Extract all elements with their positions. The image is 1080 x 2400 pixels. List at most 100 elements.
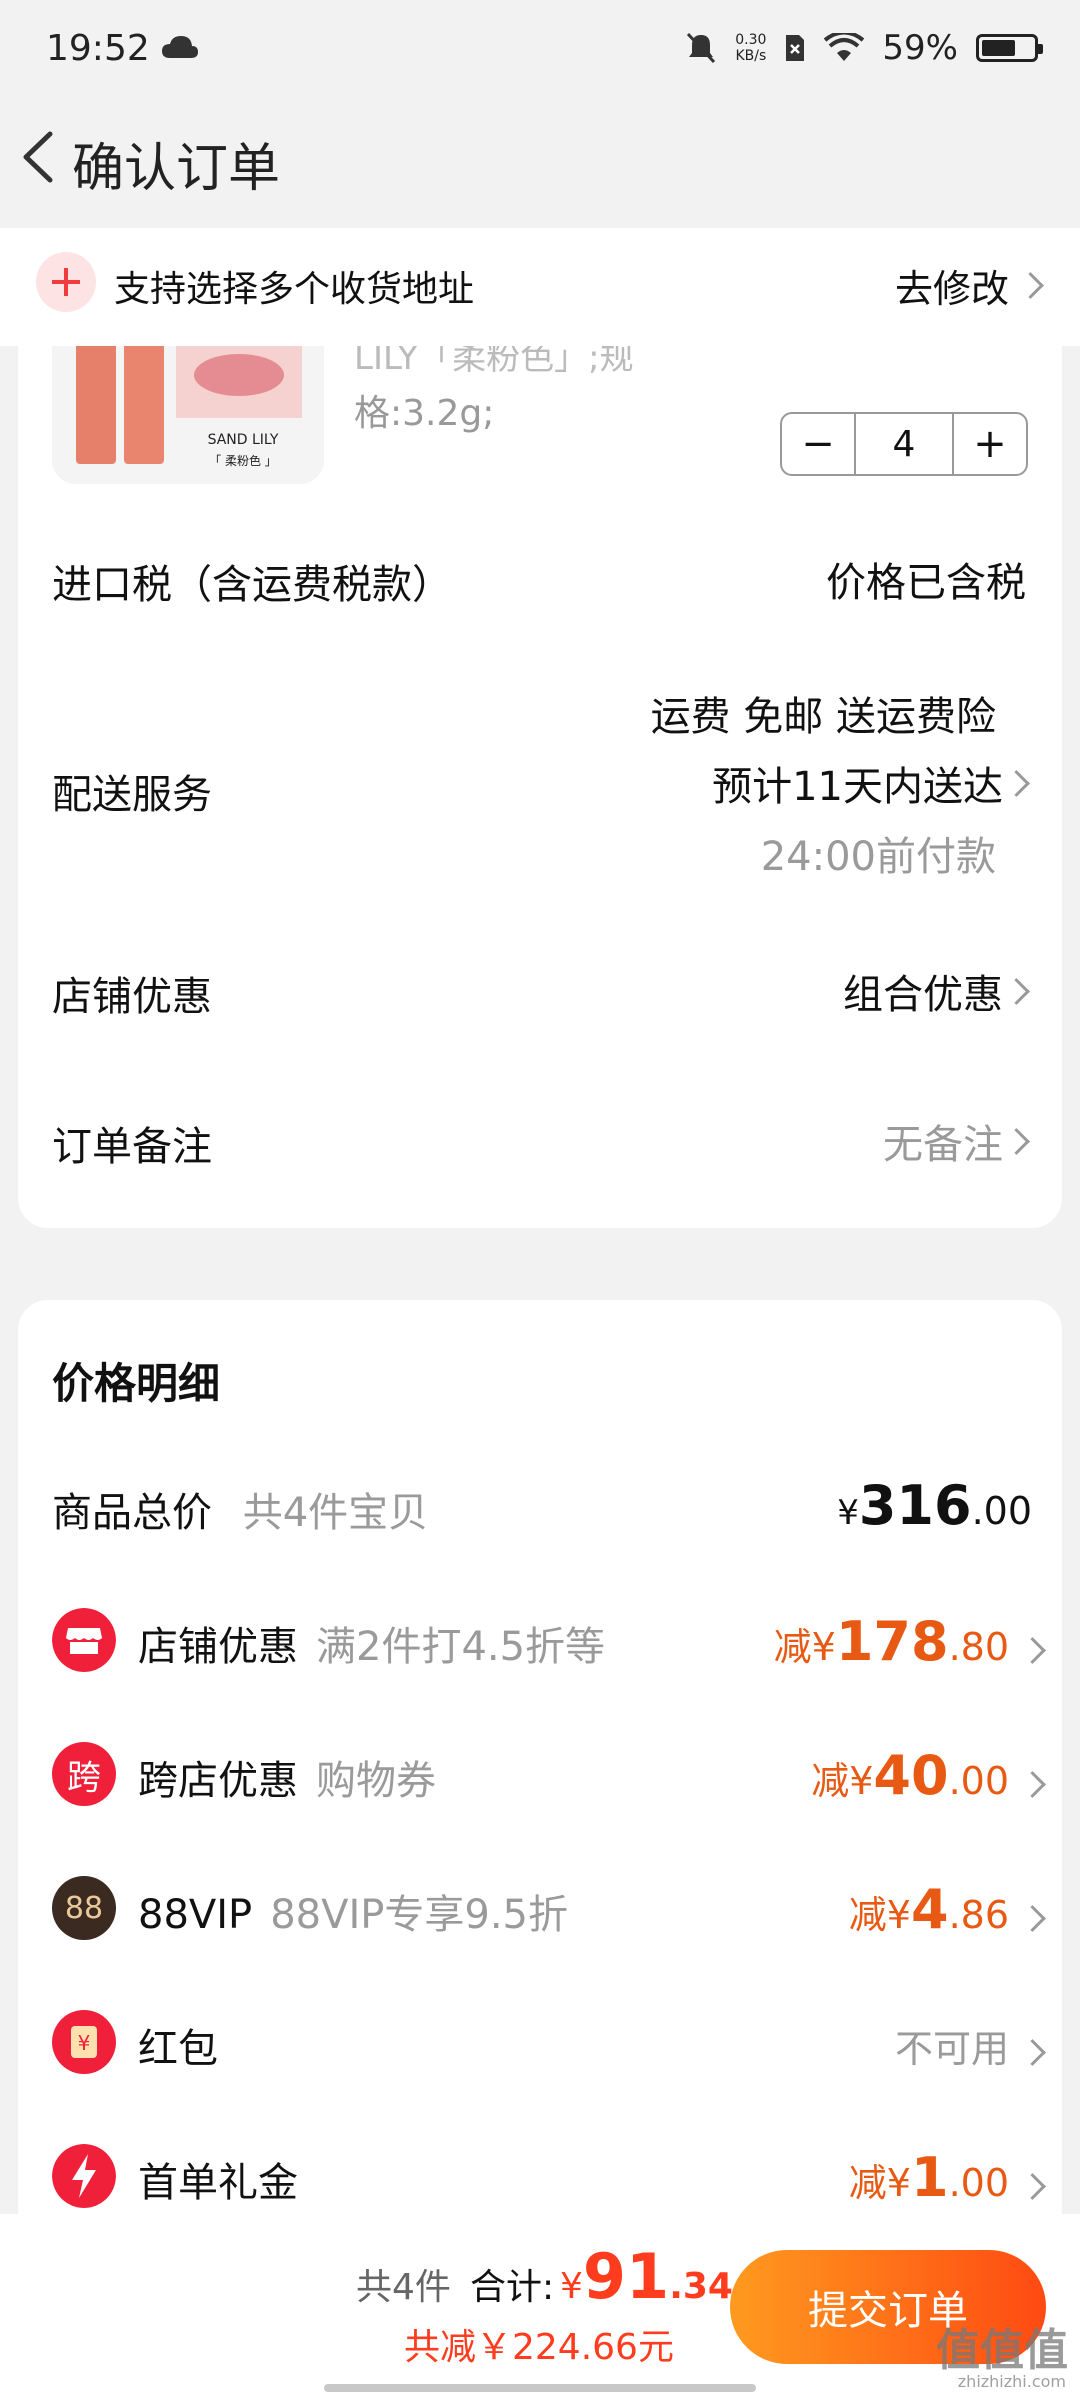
home-indicator[interactable] [324,2384,756,2392]
modify-label: 去修改 [894,267,1009,311]
nav-bar: 确认订单 [0,100,1080,228]
add-address-icon[interactable] [36,252,96,312]
vip-icon: 88 [52,1876,116,1940]
chevron-right-icon [1003,977,1030,1005]
discount-prefix: 减 [773,1625,812,1669]
chevron-right-icon [1019,2039,1046,2066]
back-arrow-icon[interactable] [12,122,64,192]
net-speed: 0.30 KB/s [735,32,766,64]
net-speed-value: 0.30 [735,32,767,48]
address-selector[interactable]: 支持选择多个收货地址 去修改 [0,228,1080,346]
chevron-right-icon [1019,1905,1046,1932]
page-title: 确认订单 [72,139,281,199]
shipping-label: 配送服务 [52,772,212,818]
goods-total-row: 商品总价 共4件宝贝 ¥ 316 .00 [52,1470,1042,1540]
watermark: 值值值 [936,2325,1068,2376]
red-packet-status: 不可用 [894,2018,1046,2073]
shop-discount-label: 店铺优惠 [52,974,212,1020]
total-saved: 共减￥224.66元 [404,2327,674,2368]
goods-total-label: 商品总价 [52,1490,212,1536]
delivery-estimate-text: 预计11天内送达 [712,764,1003,810]
product-image-sub: 「 柔粉色 」 [209,454,277,468]
chevron-right-icon [1019,1637,1046,1664]
battery-icon [976,34,1043,62]
shop-discount-row[interactable]: 店铺优惠 满2件打4.5折等 减 ¥ 178 .80 [52,1604,1046,1674]
shop-icon [52,1608,116,1672]
vip-discount-amount: 减 ¥ 4 .86 [848,1878,1046,1941]
goods-total-desc: 共4件宝贝 [242,1490,429,1536]
red-packet-value: 不可用 [894,2027,1009,2071]
product-spec: 格:3.2g; [354,393,495,434]
red-packet-row[interactable]: ¥ 红包 不可用 [52,2006,1046,2076]
status-bar: 19:52 0.30 KB/s 59% [0,0,1080,100]
red-packet-glyph: ¥ [71,2026,97,2058]
discount-currency: ¥ [811,1625,836,1669]
modify-address-link[interactable]: 去修改 [894,258,1044,313]
discount-prefix: 减 [848,2161,887,2205]
item-count: 共4件 [356,2267,451,2308]
price-item-label: 跨店优惠 [138,1758,298,1804]
goods-total-int: 316 [858,1474,972,1537]
watermark-url: zhizhizhi.com [957,2372,1066,2391]
lightning-icon [52,2144,116,2208]
chevron-right-icon [1003,769,1030,797]
discount-prefix: 减 [811,1759,850,1803]
order-note-selector[interactable]: 无备注 [883,1112,1030,1170]
price-item-desc: 购物券 [316,1758,436,1804]
sim-icon [786,35,805,61]
cloud-icon [162,36,198,58]
shop-discount-value: 组合优惠 [843,972,1003,1018]
discount-currency: ¥ [886,1893,911,1937]
total-label: 合计: [470,2267,555,2308]
order-note-label: 订单备注 [52,1124,212,1170]
quantity-value[interactable]: 4 [854,414,954,474]
discount-dec: .00 [948,2161,1009,2205]
first-order-gift-row[interactable]: 首单礼金 减 ¥ 1 .00 [52,2140,1046,2210]
discount-prefix: 减 [848,1893,887,1937]
chevron-right-icon [1019,2173,1046,2200]
discount-int: 40 [873,1744,949,1807]
battery-percent: 59% [882,28,958,68]
price-item-label: 88VIP [138,1892,253,1938]
discount-dec: .86 [948,1893,1009,1937]
total-currency: ¥ [560,2266,583,2307]
chevron-right-icon [1003,1127,1030,1155]
goods-total-value: ¥ 316 .00 [837,1474,1032,1537]
status-time: 19:52 [46,28,150,69]
price-item-desc: 满2件打4.5折等 [316,1624,606,1670]
delivery-estimate[interactable]: 预计11天内送达 [712,754,1030,812]
price-detail-card: 价格明细 商品总价 共4件宝贝 ¥ 316 .00 店铺优惠 满2件打4.5折等 … [18,1300,1062,2280]
goods-total-dec: .00 [971,1489,1032,1533]
first-order-gift-amount: 减 ¥ 1 .00 [848,2146,1046,2209]
price-item-label: 首单礼金 [138,2160,298,2206]
discount-int: 1 [910,2146,949,2209]
chevron-right-icon [1017,272,1044,299]
shop-discount-selector[interactable]: 组合优惠 [843,962,1030,1020]
address-hint: 支持选择多个收货地址 [114,269,475,310]
product-image[interactable]: SAND LILY 「 柔粉色 」 [52,340,324,484]
discount-dec: .00 [948,1759,1009,1803]
price-item-label: 店铺优惠 [138,1624,298,1670]
goods-total-currency: ¥ [837,1493,859,1533]
product-image-brand: SAND LILY [207,432,279,448]
increase-quantity-button[interactable]: + [954,414,1026,474]
price-detail-title: 价格明细 [52,1359,221,1408]
total-int: 91 [582,2240,670,2313]
cross-store-discount-row[interactable]: 跨 跨店优惠 购物券 减 ¥ 40 .00 [52,1738,1046,1808]
wifi-icon [824,33,865,61]
lipstick-tube-image [124,340,164,464]
red-packet-icon: ¥ [52,2010,116,2074]
import-tax-label: 进口税（含运费税款） [52,562,452,608]
quantity-stepper: − 4 + [780,412,1028,476]
lipstick-tube-image [76,340,116,464]
total-dec: .34 [669,2266,733,2307]
payment-deadline: 24:00前付款 [760,834,996,880]
chevron-right-icon [1019,1771,1046,1798]
price-item-desc: 88VIP专享9.5折 [270,1892,568,1938]
price-item-label: 红包 [138,2026,218,2072]
checkout-bar: 共4件 合计: ¥ 91 .34 共减￥224.66元 提交订单 值值值 zhi… [0,2214,1080,2400]
discount-dec: .80 [948,1625,1009,1669]
discount-currency: ¥ [886,2161,911,2205]
vip-discount-row[interactable]: 88 88VIP 88VIP专享9.5折 减 ¥ 4 .86 [52,1872,1046,1942]
decrease-quantity-button[interactable]: − [782,414,854,474]
